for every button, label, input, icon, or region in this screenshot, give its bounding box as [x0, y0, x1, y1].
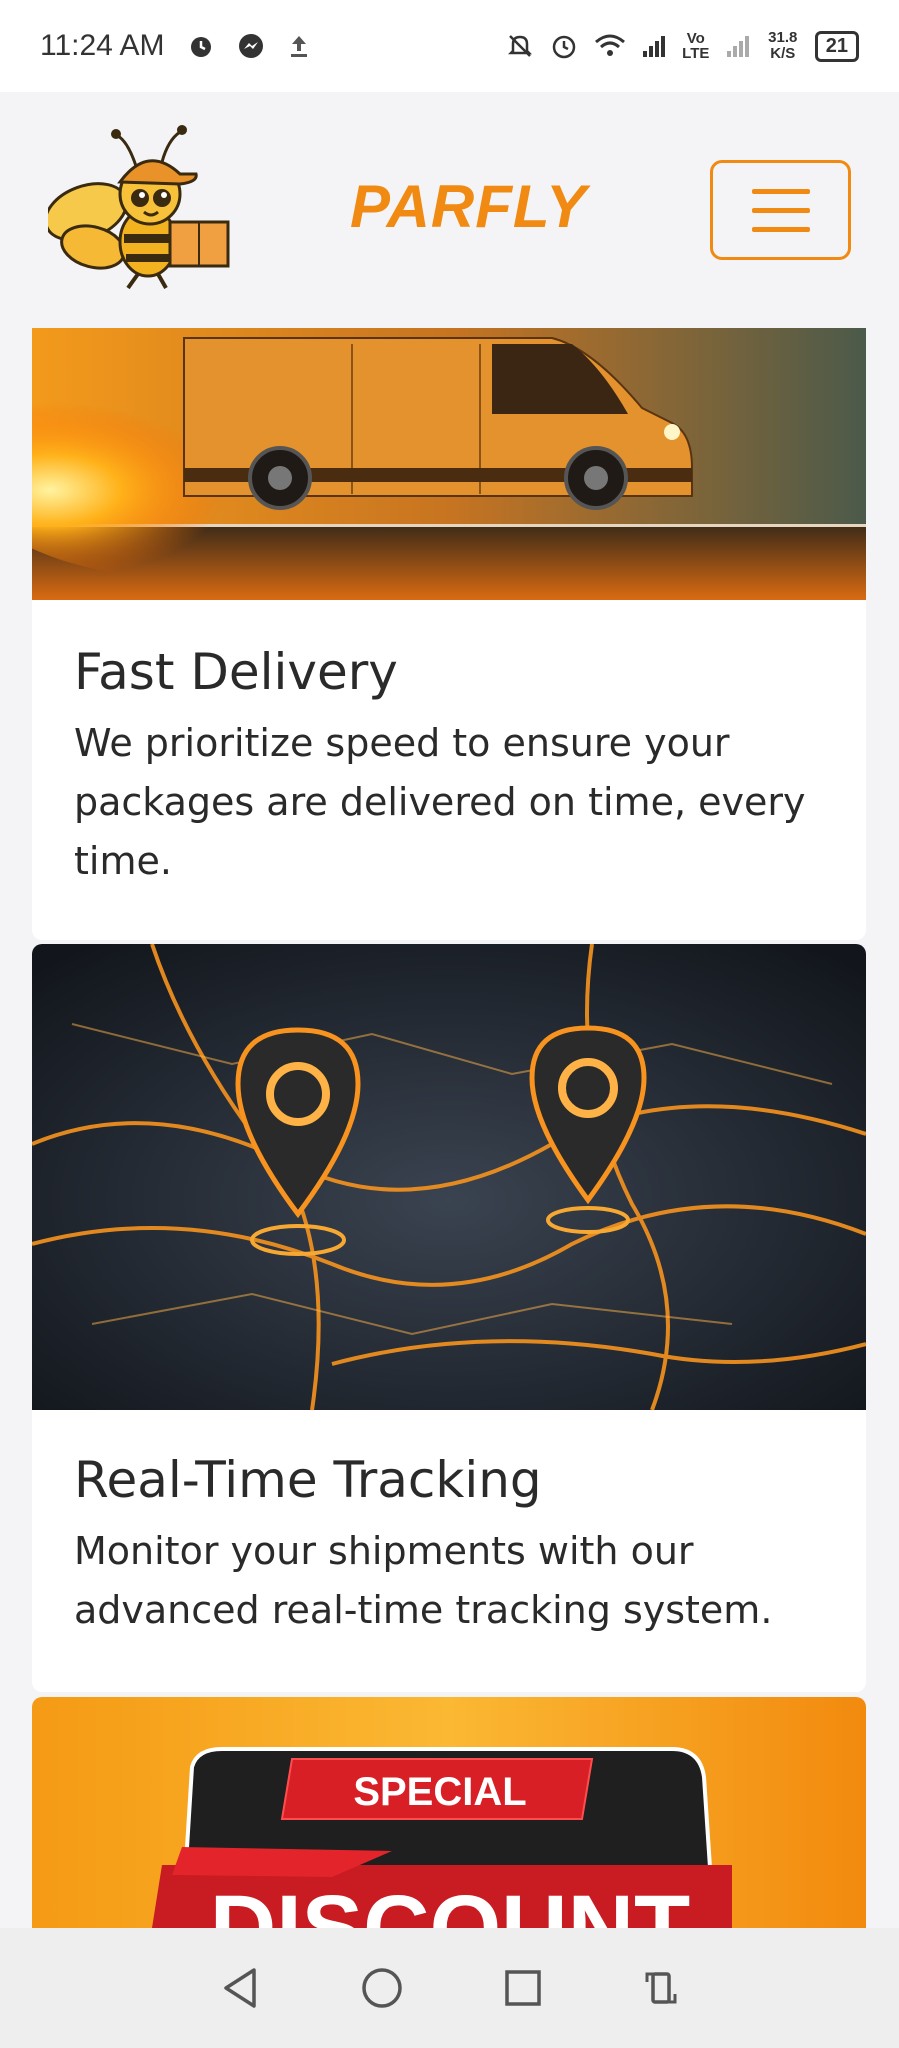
card-title: Fast Delivery	[74, 643, 398, 701]
special-discount-banner-image: SPECIAL DISCOUNT	[32, 1697, 866, 1928]
rotate-screen-icon[interactable]	[643, 1966, 679, 2010]
network-speed: 31.8 K/S	[768, 29, 798, 62]
signal-icon	[642, 36, 665, 57]
signal-weak-icon	[726, 36, 749, 57]
bee-courier-logo-icon[interactable]	[48, 122, 248, 292]
menu-toggle-button[interactable]	[710, 160, 851, 260]
brand-name[interactable]: PARFLY	[350, 172, 586, 241]
system-navigation-bar	[0, 1928, 899, 2048]
feature-card-fast-delivery: Fast Delivery We prioritize speed to ens…	[32, 328, 866, 940]
network-type: Vo LTE	[682, 30, 710, 62]
clock-time: 11:24 AM	[40, 29, 165, 62]
alarm-clock-icon	[552, 35, 575, 59]
card-description: Monitor your shipments with our advanced…	[74, 1529, 773, 1632]
map-pins-tracking-image	[32, 944, 866, 1410]
back-icon[interactable]	[220, 1966, 260, 2010]
alarm-icon	[190, 37, 211, 57]
home-icon[interactable]	[360, 1966, 404, 2010]
feature-card-special-discount: SPECIAL DISCOUNT	[32, 1697, 866, 1928]
mute-icon	[507, 35, 532, 57]
recent-apps-icon[interactable]	[503, 1968, 543, 2008]
status-bar: 11:24 AM Vo LTE 31.8 K/S 21	[0, 0, 899, 92]
site-header: PARFLY	[0, 92, 899, 328]
fiery-delivery-van-image	[32, 328, 866, 600]
feature-card-real-time-tracking: Real-Time Tracking Monitor your shipment…	[32, 944, 866, 1692]
hamburger-menu-icon	[751, 188, 810, 194]
messenger-icon	[238, 34, 263, 58]
upload-icon	[290, 36, 307, 57]
battery-indicator: 21	[814, 30, 859, 62]
wifi-icon	[594, 34, 625, 56]
banner-text-discount: DISCOUNT	[210, 1877, 690, 1928]
card-description: We prioritize speed to ensure your packa…	[74, 721, 806, 883]
card-title: Real-Time Tracking	[74, 1451, 542, 1509]
banner-text-special: SPECIAL	[353, 1770, 526, 1814]
